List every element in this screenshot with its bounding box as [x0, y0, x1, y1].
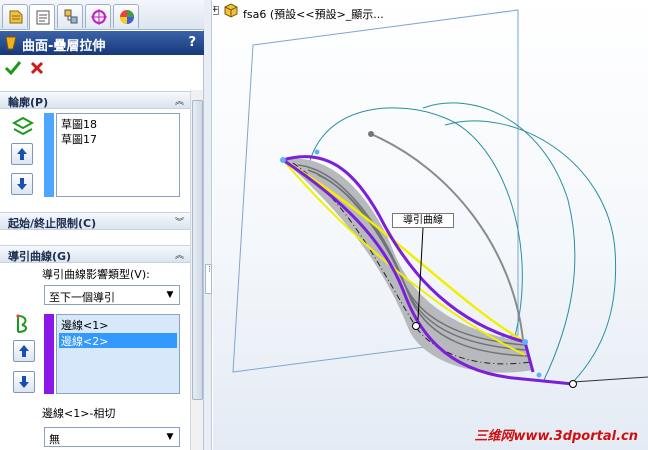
- guide-move-up-button[interactable]: [13, 340, 35, 362]
- sketch-point[interactable]: [368, 131, 374, 137]
- arrow-up-icon: [17, 148, 27, 160]
- expand-chevron-icon[interactable]: ︾: [175, 215, 184, 228]
- tab-display-manager[interactable]: [113, 4, 139, 28]
- profiles-section-header[interactable]: 輪廓(P) ︽: [0, 91, 190, 109]
- arrow-down-icon: [17, 178, 27, 190]
- panel-splitter[interactable]: [204, 0, 212, 450]
- collapse-chevron-icon[interactable]: ︽: [175, 94, 184, 107]
- guides-section-header[interactable]: 導引曲線(G) ︽: [0, 245, 190, 263]
- connector-point[interactable]: [536, 372, 542, 378]
- connector-point[interactable]: [280, 157, 286, 163]
- graphics-viewport[interactable]: + fsa6 (預設<<預設>_顯示... 導引曲線: [213, 0, 648, 450]
- site-watermark: 三维网www.3dportal.cn: [474, 429, 638, 444]
- panel-scrollbar[interactable]: [190, 90, 203, 450]
- list-item[interactable]: 草圖18: [59, 116, 97, 131]
- guide-curve-callout[interactable]: 導引曲線: [392, 213, 454, 228]
- guide-endpoint[interactable]: [569, 380, 577, 388]
- move-down-button[interactable]: [11, 173, 33, 195]
- list-item[interactable]: 邊線<1>: [59, 317, 177, 332]
- feature-title-bar: 曲面-疊層拉伸 ?: [0, 31, 204, 55]
- splitter-grip-icon[interactable]: ⋮: [205, 264, 213, 294]
- profiles-section-title: 輪廓(P): [8, 96, 49, 109]
- chevron-down-icon: ▼: [166, 432, 174, 442]
- cancel-x-icon[interactable]: [29, 60, 45, 76]
- reference-plane[interactable]: [232, 9, 519, 373]
- guides-section-title: 導引曲線(G): [8, 250, 72, 263]
- feature-manager-icon: [9, 10, 23, 24]
- manager-tabs: [0, 0, 204, 30]
- guide-endpoint[interactable]: [412, 322, 420, 330]
- influence-type-value: 至下一個導引: [49, 291, 115, 304]
- constraints-section-header[interactable]: 起始/終止限制(C) ︾: [0, 212, 190, 230]
- display-manager-icon: [120, 10, 134, 24]
- influence-type-select[interactable]: 至下一個導引 ▼: [44, 285, 180, 305]
- constraints-section-title: 起始/終止限制(C): [8, 217, 97, 230]
- list-item-selected[interactable]: 邊線<2>: [59, 333, 177, 348]
- move-up-button[interactable]: [11, 143, 33, 165]
- scrollbar-thumb[interactable]: [192, 100, 203, 400]
- collapse-chevron-icon[interactable]: ︽: [175, 248, 184, 261]
- loft-icon: [5, 36, 17, 50]
- tab-configuration-manager[interactable]: [57, 4, 83, 28]
- profile-color-bar: [44, 113, 54, 197]
- tangency-label: 邊線<1>-相切: [42, 407, 116, 420]
- property-manager-panel: 曲面-疊層拉伸 ? 輪廓(P) ︽ 草圖18 草圖17 起始/終止限制(C) ︾…: [0, 0, 204, 450]
- dimxpert-icon: [91, 9, 107, 25]
- guide-color-bar: [44, 314, 54, 394]
- chevron-down-icon: ▼: [166, 290, 174, 300]
- profiles-list[interactable]: 草圖18 草圖17: [56, 113, 180, 197]
- guide-curve-icon: [16, 314, 28, 333]
- arrow-up-icon: [19, 345, 29, 357]
- list-item[interactable]: 草圖17: [59, 131, 97, 146]
- tab-dimxpert[interactable]: [85, 4, 111, 28]
- tab-property-manager[interactable]: [29, 4, 55, 30]
- property-manager-icon: [36, 10, 50, 25]
- tangency-type-value: 無: [49, 433, 60, 446]
- configuration-manager-icon: [64, 9, 78, 24]
- influence-type-label: 導引曲線影響類型(V):: [42, 268, 150, 281]
- connector-point[interactable]: [314, 149, 320, 155]
- sketch-line[interactable]: [572, 376, 648, 383]
- guide-curves-list[interactable]: 邊線<1> 邊線<2>: [56, 314, 180, 394]
- profile-icon: [12, 116, 34, 136]
- ok-check-icon[interactable]: [4, 60, 22, 76]
- arrow-down-icon: [19, 376, 29, 388]
- feature-title: 曲面-疊層拉伸: [22, 39, 106, 54]
- guide-move-down-button[interactable]: [13, 371, 35, 393]
- tab-feature-manager[interactable]: [2, 4, 28, 28]
- help-button[interactable]: ?: [188, 35, 196, 50]
- tangency-type-select[interactable]: 無 ▼: [44, 427, 180, 447]
- connector-point[interactable]: [522, 339, 528, 345]
